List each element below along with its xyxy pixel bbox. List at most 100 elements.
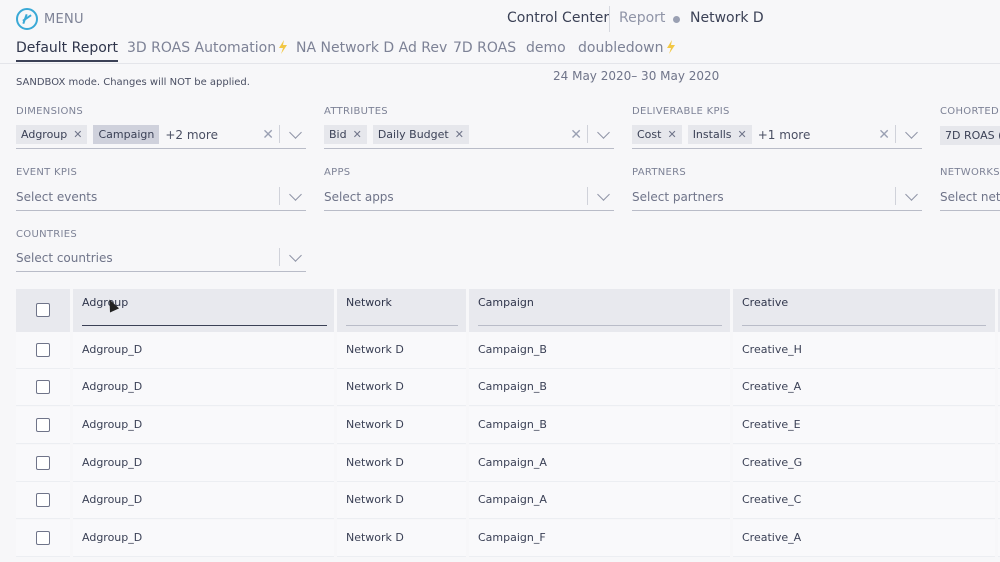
remove-chip-icon[interactable]: ✕ <box>353 128 362 141</box>
app-logo-icon <box>16 8 38 30</box>
select-divider <box>587 125 588 143</box>
chevron-down-icon[interactable] <box>289 126 302 139</box>
cell-network: Network D <box>346 493 404 506</box>
networks-placeholder: Select netw <box>940 189 1000 204</box>
header-underline <box>82 324 327 326</box>
cell-campaign: Campaign_A <box>478 456 547 469</box>
column-header-campaign[interactable]: Campaign <box>469 289 731 332</box>
tab-na-network-d-ad-rev[interactable]: NA Network D Ad Rev <box>296 40 447 56</box>
chip-cost: Cost ✕ <box>632 125 682 144</box>
breadcrumb-dot-icon <box>673 16 680 23</box>
networks-label: NETWORKS <box>940 167 1000 178</box>
tab-7d-roas[interactable]: 7D ROAS <box>453 40 516 56</box>
remove-chip-icon[interactable]: ✕ <box>667 128 676 141</box>
table-row[interactable]: Adgroup_D Network D Campaign_F Creative_… <box>16 520 1000 557</box>
select-divider <box>279 187 280 205</box>
app-title[interactable]: Control Center <box>507 10 609 26</box>
tab-demo[interactable]: demo <box>526 40 566 56</box>
row-checkbox[interactable] <box>36 531 50 545</box>
table-row[interactable]: Adgroup_D Network D Campaign_A Creative_… <box>16 445 1000 482</box>
table-row[interactable]: Adgroup_D Network D Campaign_B Creative_… <box>16 407 1000 444</box>
chevron-down-icon[interactable] <box>905 126 918 139</box>
cell-creative: Creative_A <box>742 531 802 544</box>
chip-bid: Bid ✕ <box>324 125 367 144</box>
countries-placeholder: Select countries <box>16 250 113 265</box>
tab-label: doubledown <box>578 40 664 56</box>
tab-label: 3D ROAS Automation <box>127 40 277 56</box>
breadcrumb-report[interactable]: Report <box>619 10 665 26</box>
remove-chip-icon[interactable]: ✕ <box>455 128 464 141</box>
menu-label: MENU <box>44 11 84 27</box>
chevron-down-icon[interactable] <box>905 188 918 201</box>
event-kpis-placeholder: Select events <box>16 189 98 204</box>
cohorted-kpis-select[interactable]: 7D ROAS (A <box>940 121 1000 149</box>
select-divider <box>895 187 896 205</box>
remove-chip-icon[interactable]: ✕ <box>73 128 82 141</box>
chevron-down-icon[interactable] <box>597 126 610 139</box>
cell-network: Network D <box>346 380 404 393</box>
row-checkbox[interactable] <box>36 493 50 507</box>
row-checkbox[interactable] <box>36 343 50 357</box>
countries-label: COUNTRIES <box>16 229 78 240</box>
table-row[interactable]: Adgroup_D Network D Campaign_B Creative_… <box>16 369 1000 406</box>
chevron-down-icon[interactable] <box>289 249 302 262</box>
cell-creative: Creative_C <box>742 493 802 506</box>
cell-network: Network D <box>346 418 404 431</box>
app-header: MENU Control Center Report Network D <box>0 0 1000 38</box>
column-divider <box>70 289 73 562</box>
tab-doubledown[interactable]: doubledown <box>578 40 676 56</box>
apps-placeholder: Select apps <box>324 189 394 204</box>
table-row[interactable]: Adgroup_D Network D Campaign_A Creative_… <box>16 482 1000 519</box>
report-tabs: Default Report 3D ROAS Automation NA Net… <box>0 38 1000 64</box>
remove-chip-icon[interactable]: ✕ <box>738 128 747 141</box>
clear-icon[interactable]: ✕ <box>262 127 274 143</box>
more-count[interactable]: +2 more <box>165 128 218 142</box>
column-header-creative[interactable]: Creative <box>733 289 995 332</box>
column-header-network[interactable]: Network <box>337 289 467 332</box>
clear-icon[interactable]: ✕ <box>570 127 582 143</box>
cell-creative: Creative_E <box>742 418 801 431</box>
cell-adgroup: Adgroup_D <box>82 418 143 431</box>
header-divider <box>609 6 610 32</box>
column-divider <box>466 289 469 562</box>
more-count[interactable]: +1 more <box>758 128 811 142</box>
chevron-down-icon[interactable] <box>289 188 302 201</box>
countries-select[interactable]: Select countries <box>16 244 306 272</box>
cell-campaign: Campaign_A <box>478 493 547 506</box>
chip-7d-roas: 7D ROAS (A <box>940 125 1000 145</box>
chip-label: 7D ROAS (A <box>945 128 1000 142</box>
row-checkbox[interactable] <box>36 380 50 394</box>
table-row[interactable]: Adgroup_D Network D Campaign_B Creative_… <box>16 332 1000 369</box>
breadcrumb-network: Network D <box>690 10 764 26</box>
column-divider <box>995 289 998 562</box>
tab-3d-roas-automation[interactable]: 3D ROAS Automation <box>127 40 288 56</box>
cell-creative: Creative_H <box>742 343 802 356</box>
chip-label: Installs <box>692 128 732 141</box>
partners-select[interactable]: Select partners <box>632 183 922 211</box>
deliverable-kpis-select[interactable]: Cost ✕ Installs ✕ +1 more ✕ <box>632 121 922 149</box>
clear-icon[interactable]: ✕ <box>878 127 890 143</box>
row-checkbox[interactable] <box>36 456 50 470</box>
chevron-down-icon[interactable] <box>597 188 610 201</box>
tab-default-report[interactable]: Default Report <box>16 40 119 62</box>
chip-adgroup: Adgroup ✕ <box>16 125 88 144</box>
date-range-picker[interactable]: 24 May 2020– 30 May 2020 <box>553 69 719 83</box>
header-underline <box>346 325 458 326</box>
select-divider <box>279 125 280 143</box>
dimensions-select[interactable]: Adgroup ✕ Campaign +2 more ✕ <box>16 121 306 149</box>
attributes-select[interactable]: Bid ✕ Daily Budget ✕ ✕ <box>324 121 614 149</box>
row-checkbox[interactable] <box>36 418 50 432</box>
select-all-checkbox[interactable] <box>36 303 50 317</box>
chip-daily-budget: Daily Budget ✕ <box>372 125 469 144</box>
apps-select[interactable]: Select apps <box>324 183 614 211</box>
header-underline <box>742 325 986 326</box>
chip-label: Bid <box>329 128 347 141</box>
dimensions-label: DIMENSIONS <box>16 106 84 117</box>
cell-network: Network D <box>346 456 404 469</box>
column-label: Campaign <box>478 296 534 309</box>
chip-label: Adgroup <box>21 128 68 141</box>
networks-select[interactable]: Select netw <box>940 183 1000 211</box>
chip-label: Campaign <box>98 128 155 141</box>
menu-button[interactable]: MENU <box>16 8 84 30</box>
event-kpis-select[interactable]: Select events <box>16 183 306 211</box>
